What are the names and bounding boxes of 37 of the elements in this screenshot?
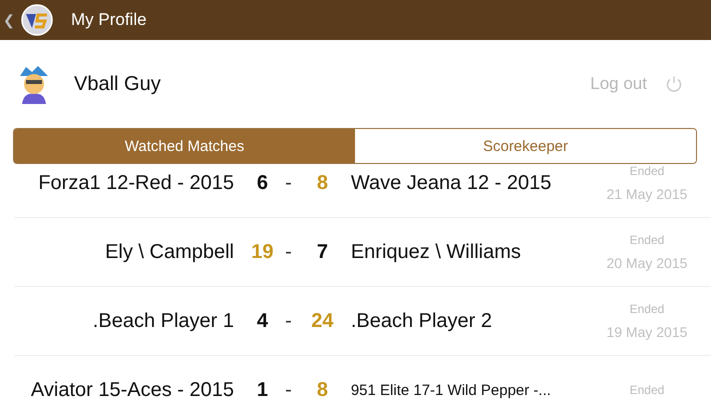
home-score: 6 — [256, 172, 269, 194]
match-date: 20 May 2015 — [606, 255, 688, 271]
score-separator: - — [284, 378, 293, 400]
away-team: Wave Jeana 12 - 2015 — [350, 172, 552, 194]
away-score: 7 — [316, 240, 329, 264]
profile-name: Vball Guy — [74, 72, 162, 96]
home-team: Ely \ Campbell — [104, 240, 234, 264]
home-team: .Beach Player 1 — [92, 310, 234, 332]
away-team: 951 Elite 17-1 Wild Pepper -... — [350, 382, 552, 398]
match-row[interactable]: Ely \ Campbell 19 - 7 Enriquez \ Williams Ended 20 May 2015 — [14, 218, 711, 287]
home-team: Aviator 15-Aces - 2015 — [30, 378, 234, 400]
match-date: 21 May 2015 — [606, 186, 688, 202]
power-icon — [665, 75, 683, 93]
score-separator: - — [284, 240, 293, 264]
match-status: Ended — [630, 383, 664, 397]
score-separator: - — [284, 172, 293, 194]
match-row[interactable]: Forza1 12-Red - 2015 6 - 8 Wave Jeana 12 - 2015 Ended 21 May 2015 — [14, 164, 711, 218]
match-row[interactable]: .Beach Player 1 4 - 24 .Beach Player 2 Ended 19 May 2015 — [14, 287, 711, 356]
home-score: 4 — [256, 310, 269, 332]
away-team: .Beach Player 2 — [350, 310, 494, 332]
home-score: 1 — [256, 378, 269, 400]
home-score: 19 — [250, 240, 275, 264]
tab[interactable]: Watched Matches — [14, 129, 355, 163]
away-score: 8 — [316, 172, 329, 194]
away-score: 8 — [316, 378, 329, 400]
page-title: My Profile — [71, 10, 147, 30]
away-score: 24 — [310, 310, 335, 332]
match-date: 19 May 2015 — [606, 324, 688, 340]
away-team: Enriquez \ Williams — [350, 240, 522, 264]
match-row[interactable]: Aviator 15-Aces - 2015 1 - 8 951 Elite 17-1 Wild Pepper -... Ended — [14, 356, 711, 400]
app-logo-icon — [21, 4, 53, 36]
back-chevron-icon[interactable]: ❮ — [3, 12, 19, 28]
match-status: Ended — [630, 164, 664, 178]
home-team: Forza1 12-Red - 2015 — [37, 172, 234, 194]
score-separator: - — [284, 310, 293, 332]
match-status: Ended — [630, 233, 664, 247]
match-status: Ended — [630, 302, 664, 316]
